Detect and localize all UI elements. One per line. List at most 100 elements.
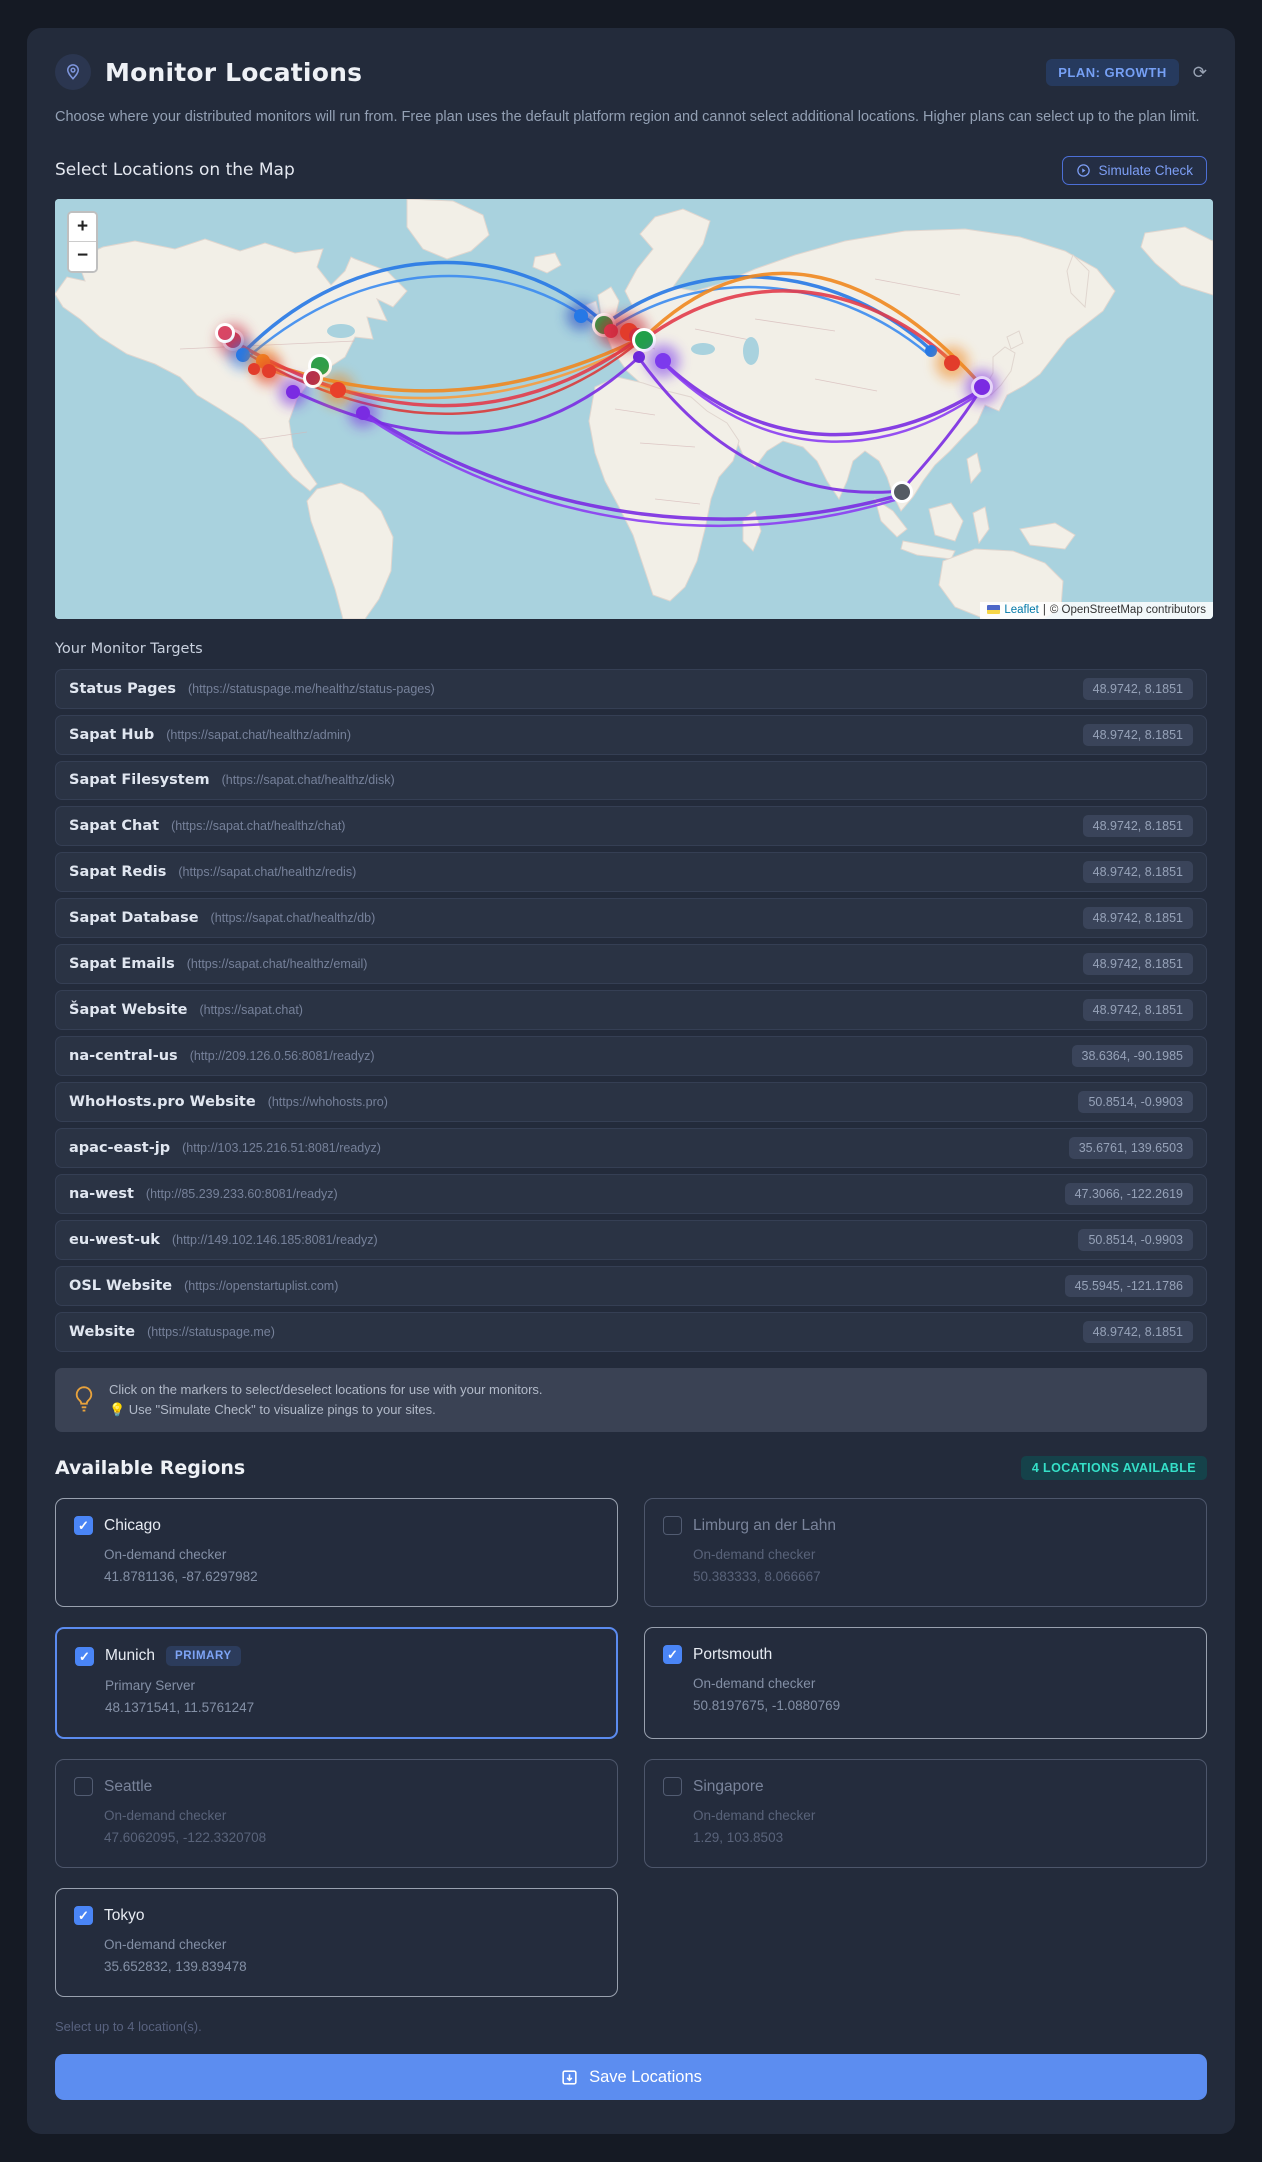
map-marker[interactable] [248, 362, 260, 375]
leaflet-map[interactable]: + − Leaflet | © OpenStreetMap contributo… [55, 198, 1213, 619]
check-icon: ✓ [667, 1647, 678, 1663]
map-marker[interactable] [633, 350, 645, 363]
region-coordinates: 50.383333, 8.066667 [693, 1569, 821, 1585]
target-name: na-west [69, 1185, 134, 1202]
region-coordinates: 48.1371541, 11.5761247 [105, 1700, 255, 1716]
map-marker[interactable] [925, 344, 937, 357]
target-row: OSL Website (https://openstartuplist.com… [55, 1265, 1207, 1306]
world-map [55, 198, 1213, 619]
region-name: Munich [105, 1647, 155, 1665]
play-circle-icon [1077, 164, 1091, 177]
target-name: Sapat Hub [69, 726, 155, 743]
map-marker[interactable] [574, 308, 588, 323]
check-icon: ✓ [78, 1518, 89, 1534]
region-name: Singapore [693, 1777, 764, 1795]
refresh-icon[interactable]: ⟳ [1193, 64, 1207, 81]
map-zoom-control: + − [67, 210, 98, 273]
region-checkbox[interactable]: ✓ [74, 1906, 93, 1926]
region-checkbox[interactable]: ✓ [663, 1516, 682, 1536]
target-row: Status Pages (https://statuspage.me/heal… [55, 668, 1207, 709]
region-checkbox[interactable]: ✓ [74, 1777, 93, 1797]
simulate-check-label: Simulate Check [1098, 162, 1193, 178]
region-checkbox[interactable]: ✓ [75, 1646, 94, 1666]
target-row: eu-west-uk (http://149.102.146.185:8081/… [55, 1219, 1207, 1260]
target-url: (http://85.239.233.60:8081/readyz) [145, 1186, 338, 1201]
osm-attribution: © OpenStreetMap contributors [1049, 603, 1206, 616]
region-checker-type: Primary Server [105, 1678, 196, 1694]
target-url: (https://openstartuplist.com) [184, 1278, 339, 1293]
target-url: (https://whohosts.pro) [267, 1094, 388, 1109]
leaflet-link[interactable]: Leaflet [1004, 604, 1039, 616]
target-url: (http://209.126.0.56:8081/readyz) [189, 1048, 375, 1063]
target-coordinates-badge: 50.8514, -0.9903 [1078, 1228, 1193, 1251]
region-card[interactable]: ✓ Limburg an der Lahn On-demand checker … [644, 1498, 1207, 1608]
map-section-title: Select Locations on the Map [55, 160, 295, 181]
save-locations-label: Save Locations [589, 2067, 702, 2086]
map-marker[interactable] [944, 354, 960, 371]
zoom-in-button[interactable]: + [69, 212, 96, 242]
region-checker-type: On-demand checker [104, 1547, 227, 1563]
page-description: Choose where your distributed monitors w… [55, 109, 1200, 125]
target-coordinates-badge: 48.9742, 8.1851 [1082, 723, 1193, 746]
simulate-check-button[interactable]: Simulate Check [1062, 155, 1207, 185]
region-checker-type: On-demand checker [104, 1808, 227, 1824]
primary-badge: PRIMARY [165, 1646, 241, 1667]
target-row: na-central-us (http://209.126.0.56:8081/… [55, 1035, 1207, 1076]
region-checker-type: On-demand checker [693, 1676, 816, 1692]
target-name: eu-west-uk [69, 1231, 160, 1248]
region-card[interactable]: ✓ Singapore On-demand checker 1.29, 103.… [644, 1759, 1207, 1869]
target-url: (https://sapat.chat) [199, 1002, 303, 1017]
target-coordinates-badge: 47.3066, -122.2619 [1064, 1182, 1193, 1205]
target-url: (http://103.125.216.51:8081/readyz) [182, 1140, 381, 1155]
target-coordinates-badge: 35.6761, 139.6503 [1068, 1136, 1193, 1159]
target-coordinates-badge: 45.5945, -121.1786 [1064, 1274, 1193, 1297]
target-name: na-central-us [69, 1047, 178, 1064]
target-row: Sapat Hub (https://sapat.chat/healthz/ad… [55, 714, 1207, 755]
map-marker[interactable] [330, 381, 346, 398]
target-name: OSL Website [69, 1277, 173, 1294]
map-marker[interactable] [894, 483, 910, 500]
map-attribution: Leaflet | © OpenStreetMap contributors [980, 601, 1213, 619]
target-row: Sapat Emails (https://sapat.chat/healthz… [55, 943, 1207, 984]
region-card[interactable]: ✓ Chicago On-demand checker 41.8781136, … [55, 1498, 618, 1608]
region-checkbox[interactable]: ✓ [74, 1516, 93, 1536]
region-card[interactable]: ✓ Portsmouth On-demand checker 50.819767… [644, 1627, 1207, 1740]
map-marker[interactable] [635, 330, 653, 349]
regions-heading: Available Regions [55, 1457, 246, 1480]
map-marker[interactable] [306, 370, 320, 385]
target-url: (https://sapat.chat/healthz/email) [186, 956, 368, 971]
target-name: Status Pages [69, 680, 176, 697]
target-url: (https://sapat.chat/healthz/db) [210, 910, 376, 925]
region-checkbox[interactable]: ✓ [663, 1645, 682, 1665]
zoom-out-button[interactable]: − [69, 241, 96, 271]
region-name: Portsmouth [693, 1645, 773, 1663]
lightbulb-icon [75, 1386, 93, 1412]
target-coordinates-badge: 50.8514, -0.9903 [1078, 1090, 1193, 1113]
target-row: Šapat Website (https://sapat.chat) 48.97… [55, 989, 1207, 1030]
map-marker[interactable] [236, 347, 250, 362]
target-row: na-west (http://85.239.233.60:8081/ready… [55, 1173, 1207, 1214]
map-marker[interactable] [286, 384, 300, 399]
region-checkbox[interactable]: ✓ [663, 1777, 682, 1797]
target-url: (https://sapat.chat/healthz/chat) [171, 818, 346, 833]
region-checker-type: On-demand checker [104, 1937, 227, 1953]
region-card[interactable]: ✓ Seattle On-demand checker 47.6062095, … [55, 1759, 618, 1869]
target-name: Šapat Website [69, 1001, 188, 1018]
save-locations-button[interactable]: Save Locations [55, 2054, 1207, 2101]
target-coordinates-badge: 38.6364, -90.1985 [1071, 1044, 1193, 1067]
map-marker[interactable] [356, 405, 370, 420]
target-url: (https://sapat.chat/healthz/disk) [221, 773, 395, 788]
header: Monitor Locations PLAN: GROWTH ⟳ [55, 54, 1207, 90]
region-card[interactable]: ✓ Tokyo On-demand checker 35.652832, 139… [55, 1888, 618, 1998]
region-name: Tokyo [104, 1906, 145, 1924]
tip-line-2: 💡 Use "Simulate Check" to visualize ping… [109, 1402, 436, 1418]
map-marker[interactable] [974, 378, 990, 395]
target-row: Sapat Redis (https://sapat.chat/healthz/… [55, 851, 1207, 892]
target-coordinates-badge: 48.9742, 8.1851 [1082, 998, 1193, 1021]
region-card[interactable]: ✓ Munich PRIMARY Primary Server 48.13715… [55, 1627, 618, 1740]
target-coordinates-badge: 48.9742, 8.1851 [1082, 860, 1193, 883]
map-marker[interactable] [218, 325, 232, 340]
map-marker[interactable] [262, 363, 276, 378]
target-row: Sapat Chat (https://sapat.chat/healthz/c… [55, 805, 1207, 846]
map-marker[interactable] [655, 352, 671, 369]
